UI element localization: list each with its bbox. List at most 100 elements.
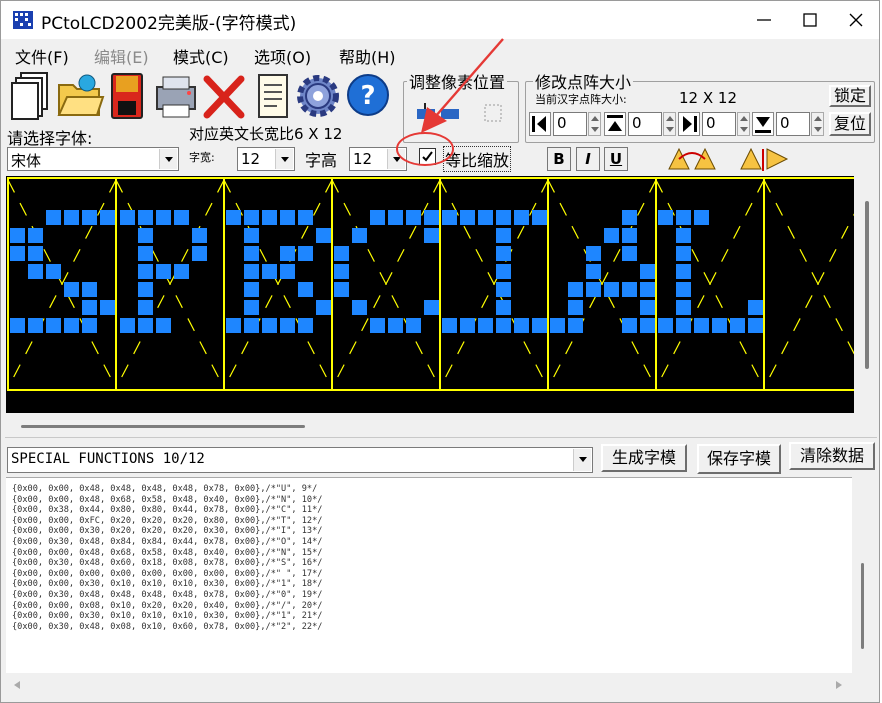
pixel-dot[interactable] xyxy=(82,300,97,315)
pixel-dot[interactable] xyxy=(622,318,637,333)
spin-top-updown[interactable] xyxy=(663,112,676,136)
delete-icon[interactable] xyxy=(203,75,245,119)
pixel-dot[interactable] xyxy=(496,264,511,279)
char-width-select[interactable]: 12 xyxy=(237,147,295,171)
flip-icon[interactable] xyxy=(737,145,793,173)
pixel-dot[interactable] xyxy=(478,318,493,333)
pixel-dot[interactable] xyxy=(280,246,295,261)
glyph-cell[interactable] xyxy=(655,177,765,391)
spin-bottom-updown[interactable] xyxy=(811,112,824,136)
pixel-dot[interactable] xyxy=(694,318,709,333)
close-button[interactable] xyxy=(833,1,879,39)
title-bar[interactable]: PCtoLCD2002完美版-(字符模式) xyxy=(1,1,879,39)
pixel-dot[interactable] xyxy=(120,210,135,225)
pixel-dot[interactable] xyxy=(138,228,153,243)
restore-button[interactable]: 复位 xyxy=(829,112,871,136)
pixel-dot[interactable] xyxy=(244,282,259,297)
pixel-dot[interactable] xyxy=(388,318,403,333)
glyph-cell[interactable] xyxy=(7,177,117,391)
pixel-dot[interactable] xyxy=(298,282,313,297)
shift-right-icon[interactable] xyxy=(678,112,700,136)
font-select[interactable]: 宋体 xyxy=(7,147,179,171)
spin-left-updown[interactable] xyxy=(588,112,601,136)
open-folder-icon[interactable] xyxy=(57,71,105,121)
pixel-dot[interactable] xyxy=(676,282,691,297)
printer-icon[interactable] xyxy=(151,73,201,119)
pixel-dot[interactable] xyxy=(496,210,511,225)
pixel-dot[interactable] xyxy=(496,282,511,297)
output-textarea[interactable]: {0x00, 0x00, 0x48, 0x48, 0x48, 0x48, 0x7… xyxy=(6,477,852,673)
pixel-dot[interactable] xyxy=(10,228,25,243)
pixel-canvas[interactable] xyxy=(6,176,854,413)
pixel-dot[interactable] xyxy=(174,210,189,225)
pixel-dot[interactable] xyxy=(280,318,295,333)
pixel-dot[interactable] xyxy=(82,318,97,333)
pixel-dot[interactable] xyxy=(496,318,511,333)
pixel-dot[interactable] xyxy=(496,228,511,243)
glyph-cell[interactable] xyxy=(439,177,549,391)
glyph-cell[interactable] xyxy=(115,177,225,391)
lock-button[interactable]: 锁定 xyxy=(829,85,871,107)
pixel-dot[interactable] xyxy=(730,318,745,333)
pixel-dot[interactable] xyxy=(604,228,619,243)
menu-mode[interactable]: 模式(C) xyxy=(173,44,229,68)
pixel-dot[interactable] xyxy=(46,264,61,279)
pixel-dot[interactable] xyxy=(676,228,691,243)
pixel-dot[interactable] xyxy=(370,210,385,225)
pixel-dot[interactable] xyxy=(298,318,313,333)
pixel-dot[interactable] xyxy=(82,282,97,297)
output-hscroll[interactable] xyxy=(6,675,852,695)
pixel-dot[interactable] xyxy=(244,318,259,333)
shift-up-icon[interactable] xyxy=(604,112,626,136)
pixel-dot[interactable] xyxy=(138,318,153,333)
pixel-dot[interactable] xyxy=(622,246,637,261)
save-disk-icon[interactable] xyxy=(111,73,143,119)
pixel-dot[interactable] xyxy=(676,210,691,225)
canvas-hscroll-thumb[interactable] xyxy=(21,425,305,428)
pixel-dot[interactable] xyxy=(226,318,241,333)
pixel-dot[interactable] xyxy=(156,264,171,279)
pixel-dot[interactable] xyxy=(676,300,691,315)
pixel-dot[interactable] xyxy=(748,300,763,315)
pixel-dot[interactable] xyxy=(28,228,43,243)
rotate-icon[interactable] xyxy=(665,145,721,173)
pixel-dot[interactable] xyxy=(120,318,135,333)
help-icon[interactable]: ? xyxy=(346,73,390,117)
pixel-dot[interactable] xyxy=(370,318,385,333)
maximize-button[interactable] xyxy=(787,1,833,39)
pixel-dot[interactable] xyxy=(298,246,313,261)
pixel-dot[interactable] xyxy=(192,228,207,243)
document-icon[interactable] xyxy=(257,73,289,119)
pixel-dot[interactable] xyxy=(424,228,439,243)
pixel-dot[interactable] xyxy=(568,300,583,315)
pixel-dot[interactable] xyxy=(10,318,25,333)
menu-file[interactable]: 文件(F) xyxy=(15,44,69,68)
pixel-dot[interactable] xyxy=(514,210,529,225)
pixel-dot[interactable] xyxy=(352,228,367,243)
pixel-dot[interactable] xyxy=(156,210,171,225)
pixel-dot[interactable] xyxy=(226,210,241,225)
pixel-dot[interactable] xyxy=(244,300,259,315)
glyph-cell[interactable] xyxy=(331,177,441,391)
pixel-dot[interactable] xyxy=(424,300,439,315)
pixel-dot[interactable] xyxy=(298,210,313,225)
pixel-dot[interactable] xyxy=(138,246,153,261)
pixel-dot[interactable] xyxy=(82,210,97,225)
pixel-dot[interactable] xyxy=(586,282,601,297)
pixel-dot[interactable] xyxy=(658,318,673,333)
pixel-dot[interactable] xyxy=(442,210,457,225)
pixel-dot[interactable] xyxy=(156,318,171,333)
pixel-dot[interactable] xyxy=(424,210,439,225)
spin-top-input[interactable]: 0 xyxy=(628,112,662,136)
pixel-dot[interactable] xyxy=(478,210,493,225)
pixel-dot[interactable] xyxy=(174,264,189,279)
pixel-dot[interactable] xyxy=(64,318,79,333)
pixel-dot[interactable] xyxy=(676,318,691,333)
pixel-dot[interactable] xyxy=(316,228,331,243)
pixel-dot[interactable] xyxy=(262,318,277,333)
spin-bottom-input[interactable]: 0 xyxy=(776,112,810,136)
pixel-dot[interactable] xyxy=(514,318,529,333)
pixel-dot[interactable] xyxy=(10,246,25,261)
pixel-dot[interactable] xyxy=(460,210,475,225)
pixel-dot[interactable] xyxy=(748,318,763,333)
